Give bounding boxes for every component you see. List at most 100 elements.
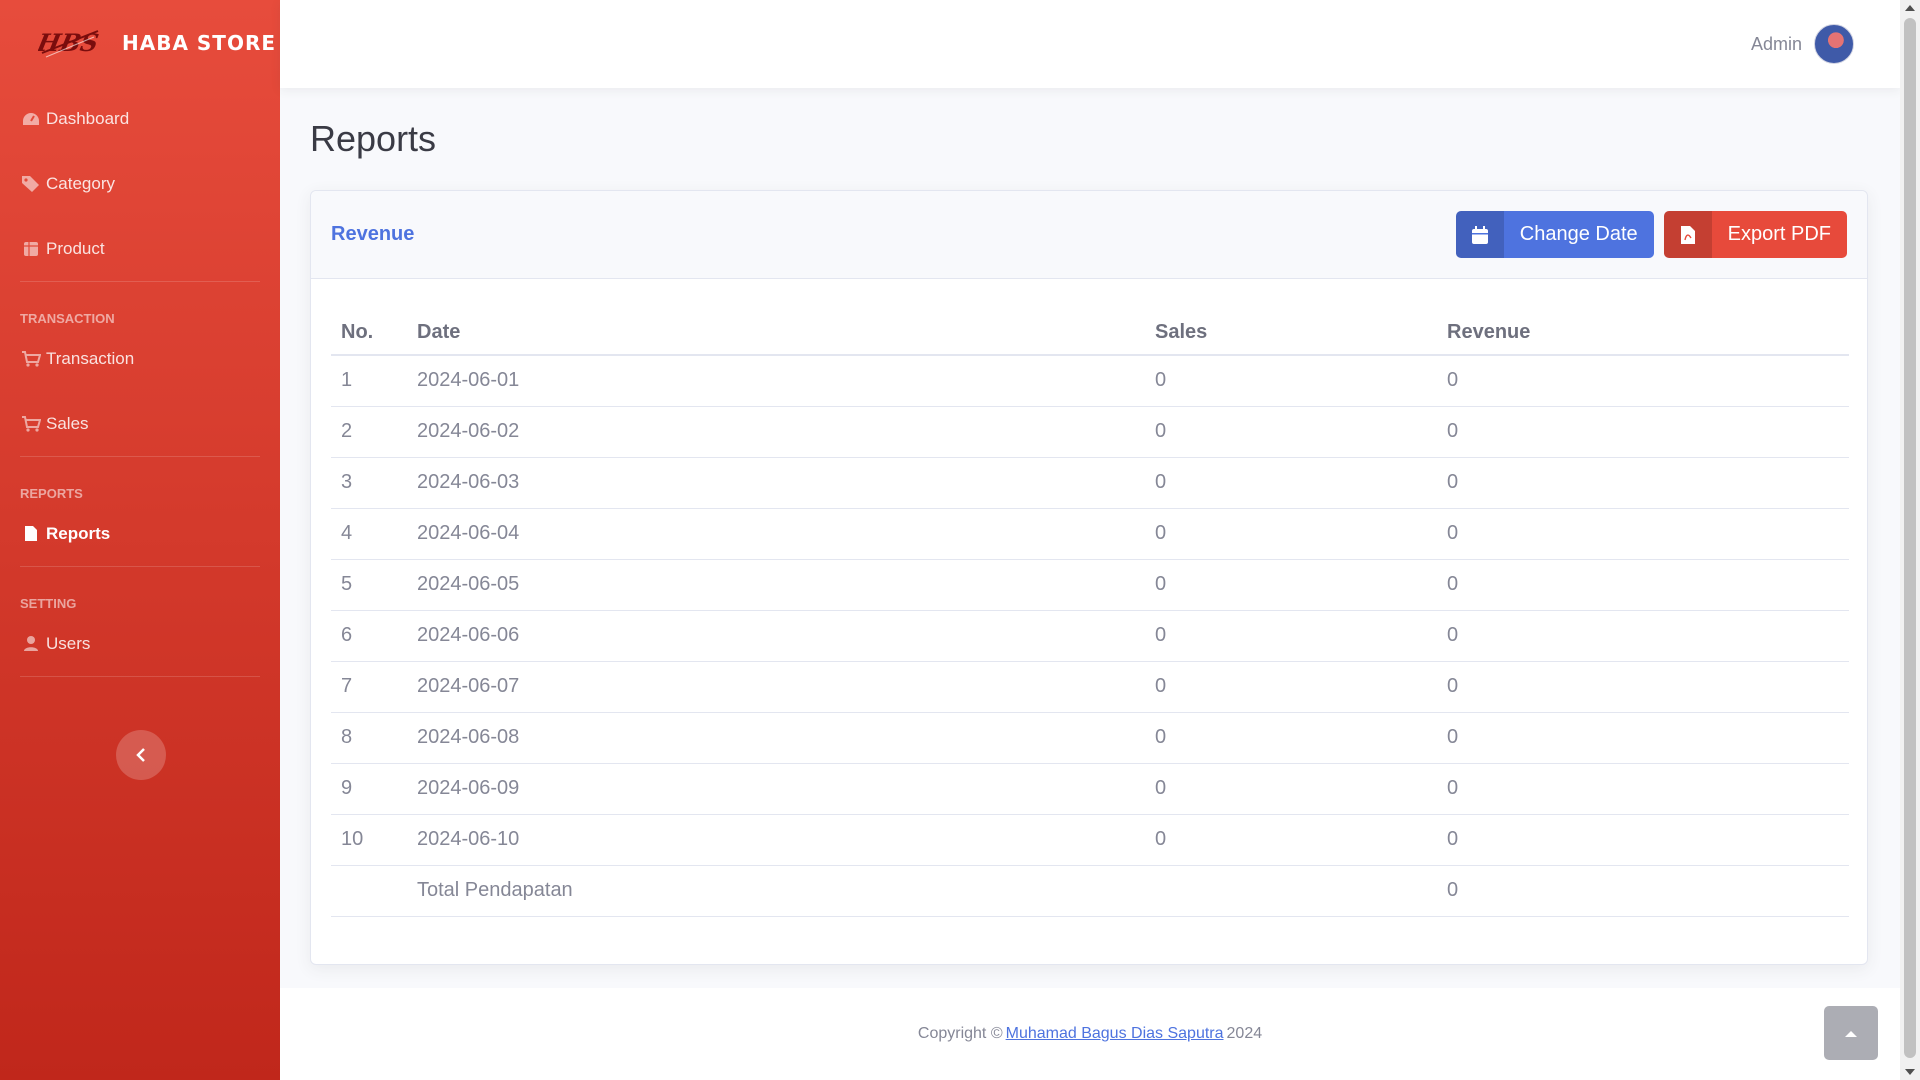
sidebar-heading-reports: REPORTS xyxy=(20,486,83,501)
cell-no: 1 xyxy=(331,355,407,407)
cell-date: 2024-06-08 xyxy=(407,712,1145,764)
cell-revenue: 0 xyxy=(1437,559,1849,611)
table-row: 8 2024-06-08 0 0 xyxy=(331,712,1849,764)
cell-sales: 0 xyxy=(1145,610,1437,662)
sidebar-item-sales[interactable]: Sales xyxy=(0,391,280,456)
cell-date: 2024-06-03 xyxy=(407,457,1145,509)
sidebar-item-label: Sales xyxy=(46,413,89,433)
sidebar-heading-transaction: TRANSACTION xyxy=(20,311,115,326)
change-date-label: Change Date xyxy=(1519,223,1638,245)
topbar: Admin xyxy=(280,0,1900,88)
sidebar-divider xyxy=(20,456,260,457)
table-row: 9 2024-06-09 0 0 xyxy=(331,763,1849,815)
cell-no: 6 xyxy=(331,610,407,662)
cell-revenue: 0 xyxy=(1437,508,1849,560)
sidebar-item-label: Transaction xyxy=(46,348,135,368)
user-icon xyxy=(20,633,42,655)
sidebar-heading-setting: SETTING xyxy=(20,596,77,611)
cell-sales: 0 xyxy=(1145,355,1437,407)
sidebar-item-label: Users xyxy=(46,633,91,653)
column-header-revenue: Revenue xyxy=(1437,311,1849,356)
total-label: Total Pendapatan xyxy=(407,865,1145,917)
scrollbar[interactable] xyxy=(1900,0,1920,1080)
sidebar-toggle-button[interactable] xyxy=(116,730,166,780)
sidebar-item-users[interactable]: Users xyxy=(0,611,280,676)
sidebar-item-label: Dashboard xyxy=(46,108,130,128)
table-row: 2 2024-06-02 0 0 xyxy=(331,406,1849,458)
cell-date: 2024-06-02 xyxy=(407,406,1145,458)
cell-date: 2024-06-07 xyxy=(407,661,1145,713)
cell-sales: 0 xyxy=(1145,508,1437,560)
footer-copyright-prefix: Copyright © xyxy=(917,1025,1003,1042)
card-title: Revenue xyxy=(331,223,415,245)
scroll-down-arrow-icon[interactable] xyxy=(1905,1069,1915,1075)
calendar-icon xyxy=(1455,211,1504,258)
footer-author-link[interactable]: Muhamad Bagus Dias Saputra xyxy=(1006,1025,1224,1043)
scroll-to-top-button[interactable] xyxy=(1824,1006,1878,1060)
chevron-left-icon xyxy=(136,748,145,762)
cell-date: 2024-06-06 xyxy=(407,610,1145,662)
cell-date: 2024-06-10 xyxy=(407,814,1145,866)
sidebar-item-label: Product xyxy=(46,238,105,258)
cell-no: 5 xyxy=(331,559,407,611)
cell-no: 3 xyxy=(331,457,407,509)
cell-revenue: 0 xyxy=(1437,661,1849,713)
cell-sales: 0 xyxy=(1145,457,1437,509)
cell-revenue: 0 xyxy=(1437,712,1849,764)
avatar[interactable] xyxy=(1814,24,1854,64)
table-total-row: Total Pendapatan 0 xyxy=(331,865,1849,917)
sidebar-item-product[interactable]: Product xyxy=(0,216,280,281)
sidebar-item-transaction[interactable]: Transaction xyxy=(0,326,280,391)
cell-revenue: 0 xyxy=(1437,355,1849,407)
scroll-up-arrow-icon[interactable] xyxy=(1905,5,1915,11)
cell-no: 4 xyxy=(331,508,407,560)
table-row: 4 2024-06-04 0 0 xyxy=(331,508,1849,560)
cart-icon xyxy=(20,348,42,370)
cell-sales: 0 xyxy=(1145,406,1437,458)
page-title: Reports xyxy=(310,118,437,159)
revenue-table: No. Date Sales Revenue 1 2024-06-01 0 0 2 20… xyxy=(331,311,1849,917)
cell-no: 8 xyxy=(331,712,407,764)
sidebar-item-category[interactable]: Category xyxy=(0,151,280,216)
cart-icon xyxy=(20,413,42,435)
cell-revenue: 0 xyxy=(1437,763,1849,815)
cell-no: 2 xyxy=(331,406,407,458)
sidebar-divider xyxy=(20,566,260,567)
table-row: 5 2024-06-05 0 0 xyxy=(331,559,1849,611)
cell-date: 2024-06-04 xyxy=(407,508,1145,560)
sidebar-item-reports[interactable]: Reports xyxy=(0,501,280,566)
change-date-button[interactable]: Change Date xyxy=(1455,211,1654,258)
column-header-no: No. xyxy=(331,311,407,356)
total-revenue: 0 xyxy=(1437,865,1849,917)
sidebar-item-dashboard[interactable]: Dashboard xyxy=(0,86,280,151)
cell-sales: 0 xyxy=(1145,661,1437,713)
cell-revenue: 0 xyxy=(1437,610,1849,662)
sidebar-item-label: Category xyxy=(46,173,115,193)
brand[interactable]: HBS HABA STORE xyxy=(0,0,280,86)
table-row: 3 2024-06-03 0 0 xyxy=(331,457,1849,509)
cell-sales xyxy=(1145,865,1437,917)
revenue-card: Revenue Change Date Export PDF No. Date … xyxy=(310,190,1868,965)
dashboard-icon xyxy=(20,108,42,130)
cell-date: 2024-06-09 xyxy=(407,763,1145,815)
cell-date: 2024-06-01 xyxy=(407,355,1145,407)
sidebar-divider xyxy=(20,676,260,677)
brand-name: HABA STORE xyxy=(122,31,277,55)
cell-revenue: 0 xyxy=(1437,406,1849,458)
brand-logo: HBS xyxy=(38,28,101,58)
export-pdf-button[interactable]: Export PDF xyxy=(1663,211,1847,258)
scrollbar-thumb[interactable] xyxy=(1904,18,1916,1058)
cell-no: 10 xyxy=(331,814,407,866)
tags-icon xyxy=(20,173,42,195)
file-pdf-icon xyxy=(1663,211,1712,258)
cell-sales: 0 xyxy=(1145,763,1437,815)
cell-sales: 0 xyxy=(1145,712,1437,764)
sidebar: HBS HABA STORE Dashboard Category Produc… xyxy=(0,0,280,1080)
cell-revenue: 0 xyxy=(1437,814,1849,866)
footer: Copyright © Muhamad Bagus Dias Saputra 2… xyxy=(280,988,1900,1080)
cell-sales: 0 xyxy=(1145,559,1437,611)
column-header-sales: Sales xyxy=(1145,311,1437,356)
table-row: 10 2024-06-10 0 0 xyxy=(331,814,1849,866)
user-name[interactable]: Admin xyxy=(1751,34,1802,55)
cell-no: 7 xyxy=(331,661,407,713)
